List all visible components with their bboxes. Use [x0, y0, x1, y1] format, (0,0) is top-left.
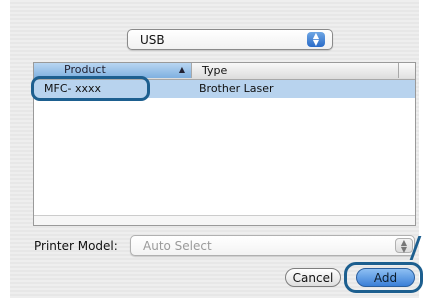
right-margin [419, 0, 425, 298]
product-callout-highlight [31, 76, 150, 101]
printer-model-popup: Auto Select ▲ ▼ [130, 235, 415, 256]
popup-stepper-icon: ▲ ▼ [307, 32, 325, 47]
printer-model-label: Printer Model: [34, 239, 118, 253]
column-header-end [398, 63, 415, 78]
column-header-type[interactable]: Type [202, 64, 227, 77]
sort-ascending-icon: ▲ [178, 65, 185, 74]
row-type: Brother Laser [199, 82, 274, 95]
model-stepper-icon: ▲ ▼ [395, 238, 413, 254]
column-header-product-label: Product [64, 63, 106, 76]
connection-popup-value: USB [140, 33, 165, 47]
left-margin [0, 0, 10, 298]
printer-model-value: Auto Select [143, 239, 212, 253]
horizontal-scrollbar[interactable] [34, 215, 415, 225]
connection-popup[interactable]: USB ▲ ▼ [127, 29, 333, 50]
cancel-button[interactable]: Cancel [285, 268, 341, 287]
add-printer-panel: USB ▲ ▼ Product ▲ Type MFC- xxxx Brother … [0, 0, 425, 298]
add-button[interactable]: Add [356, 268, 415, 287]
